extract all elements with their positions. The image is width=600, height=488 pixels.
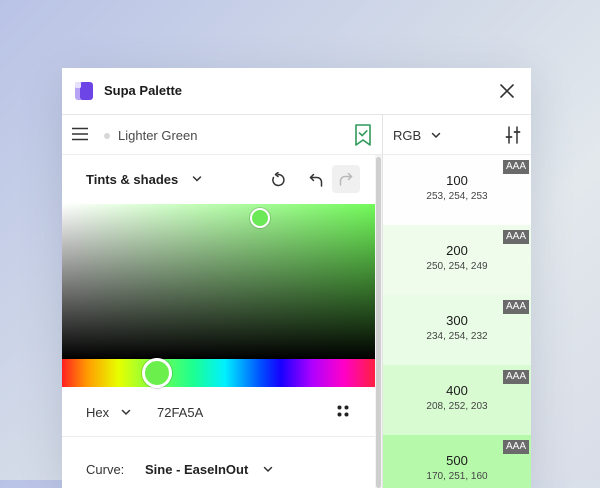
- palette-header: RGB: [383, 115, 531, 155]
- saturation-value-area[interactable]: [62, 204, 375, 359]
- undo-icon[interactable]: [308, 172, 324, 188]
- chevron-down-icon[interactable]: [121, 409, 131, 416]
- app-title: Supa Palette: [104, 83, 183, 98]
- swatch-500[interactable]: AAA 500 170, 251, 160: [383, 435, 531, 488]
- chevron-down-icon[interactable]: [263, 466, 273, 473]
- curve-row: Curve: Sine - EaseInOut: [62, 437, 378, 488]
- swatch-step-label: 400: [446, 383, 468, 398]
- sliders-icon[interactable]: [505, 126, 521, 144]
- contrast-badge: AAA: [502, 300, 529, 314]
- tints-row: Tints & shades: [62, 155, 378, 203]
- curve-label: Curve:: [86, 462, 125, 477]
- palette-pane: RGB AAA 100 253, 254, 253 AAA 200 250, 2…: [383, 115, 531, 488]
- format-row: Hex 72FA5A: [62, 387, 378, 437]
- color-indicator-dot: [104, 133, 110, 139]
- swatch-rgb-value: 170, 251, 160: [426, 471, 488, 482]
- swatch-rgb-value: 234, 254, 232: [426, 331, 488, 342]
- reset-icon[interactable]: [270, 172, 286, 188]
- contrast-badge: AAA: [502, 440, 529, 454]
- swatch-rgb-value: 250, 254, 249: [426, 261, 488, 272]
- app-logo-icon: [75, 82, 93, 100]
- swatch-300[interactable]: AAA 300 234, 254, 232: [383, 295, 531, 365]
- contrast-badge: AAA: [502, 230, 529, 244]
- color-name-field[interactable]: Lighter Green: [118, 128, 198, 143]
- contrast-badge: AAA: [502, 160, 529, 174]
- menu-icon[interactable]: [72, 127, 88, 141]
- swatch-step-label: 500: [446, 453, 468, 468]
- chevron-down-icon[interactable]: [431, 132, 441, 139]
- contrast-badge: AAA: [502, 370, 529, 384]
- bookmark-check-icon[interactable]: [354, 124, 372, 146]
- curve-dropdown[interactable]: Sine - EaseInOut: [145, 462, 248, 477]
- palette-window: Supa Palette Lighter Green Tints & shade…: [62, 68, 531, 488]
- swatch-400[interactable]: AAA 400 208, 252, 203: [383, 365, 531, 435]
- format-dropdown[interactable]: Hex: [86, 405, 109, 420]
- swatch-step-label: 200: [446, 243, 468, 258]
- color-toolbar: Lighter Green: [62, 115, 382, 155]
- swatch-100[interactable]: AAA 100 253, 254, 253: [383, 155, 531, 225]
- swatch-200[interactable]: AAA 200 250, 254, 249: [383, 225, 531, 295]
- saturation-handle[interactable]: [250, 208, 270, 228]
- color-model-dropdown[interactable]: RGB: [393, 128, 421, 143]
- scrollbar[interactable]: [375, 155, 382, 488]
- close-icon[interactable]: [498, 82, 516, 100]
- grid-dots-icon[interactable]: [337, 405, 349, 417]
- tints-shades-dropdown[interactable]: Tints & shades: [86, 172, 178, 187]
- swatch-step-label: 300: [446, 313, 468, 328]
- redo-button[interactable]: [332, 165, 360, 193]
- hue-slider-handle[interactable]: [142, 358, 172, 388]
- chevron-down-icon[interactable]: [192, 175, 202, 183]
- swatch-rgb-value: 253, 254, 253: [426, 191, 488, 202]
- redo-icon: [339, 172, 353, 186]
- hue-slider[interactable]: [62, 358, 375, 388]
- title-bar: Supa Palette: [62, 68, 531, 115]
- scrollbar-thumb[interactable]: [376, 157, 381, 488]
- swatch-rgb-value: 208, 252, 203: [426, 401, 488, 412]
- hex-input[interactable]: 72FA5A: [157, 405, 203, 420]
- swatch-step-label: 100: [446, 173, 468, 188]
- picker-pane: Lighter Green Tints & shades Hex 72FA5A …: [62, 115, 382, 488]
